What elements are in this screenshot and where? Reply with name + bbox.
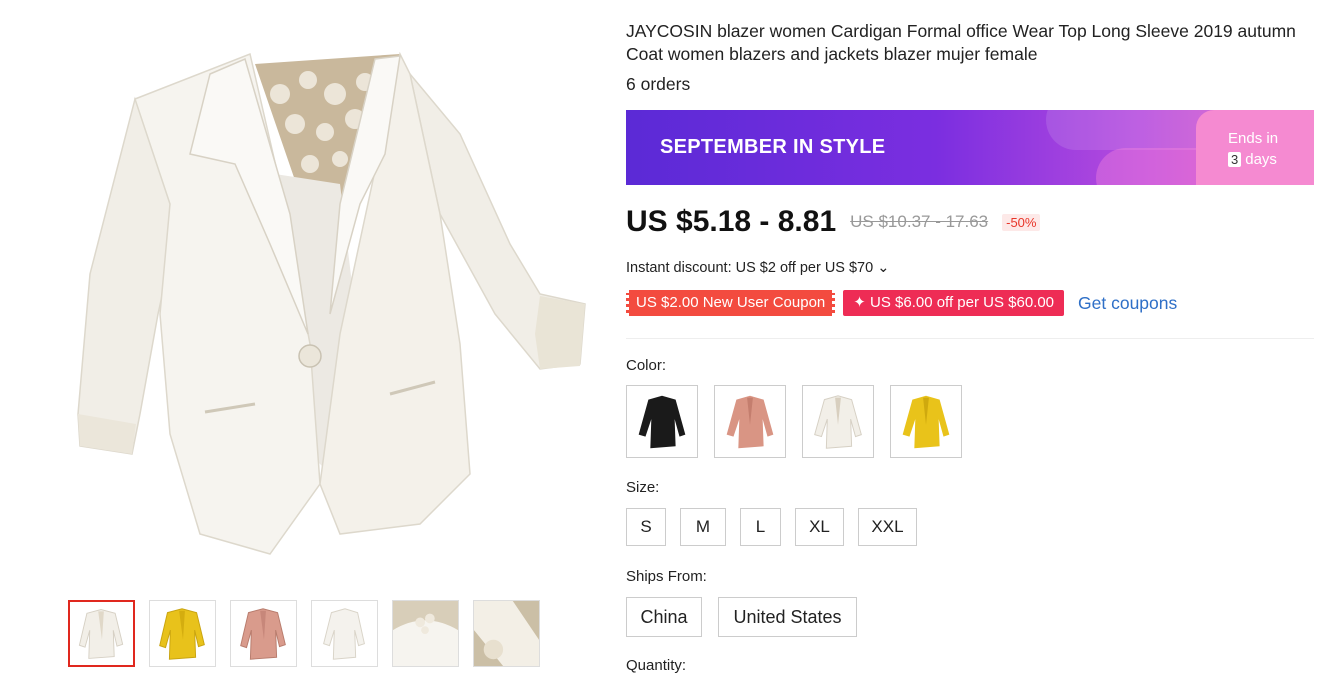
current-price: US $5.18 - 8.81 xyxy=(626,205,837,238)
get-coupons-link[interactable]: Get coupons xyxy=(1078,293,1177,314)
thumbnail-white-blazer[interactable] xyxy=(68,600,135,667)
store-coupon[interactable]: ✦ US $6.00 off per US $60.00 xyxy=(843,290,1065,316)
size-label: Size: xyxy=(626,479,660,496)
banner-countdown: Ends in 3 days xyxy=(1196,110,1314,185)
thumbnail-white-blazer-side[interactable] xyxy=(311,600,378,667)
original-price: US $10.37 - 17.63 xyxy=(850,212,989,231)
thumbnail-strip xyxy=(68,600,540,667)
instant-discount-dropdown[interactable]: Instant discount: US $2 off per US $70 ⌄ xyxy=(626,260,889,276)
size-option-s[interactable]: S xyxy=(626,508,666,546)
color-options xyxy=(626,385,962,458)
discount-badge: -50% xyxy=(1002,213,1041,231)
divider xyxy=(626,338,1314,339)
ships-from-china[interactable]: China xyxy=(626,597,702,637)
ships-from-label: Ships From: xyxy=(626,568,707,585)
ships-from-options: China United States xyxy=(626,597,857,637)
size-option-xxl[interactable]: XXL xyxy=(858,508,917,546)
product-title: JAYCOSIN blazer women Cardigan Formal of… xyxy=(626,21,1296,64)
color-swatch-yellow[interactable] xyxy=(890,385,962,458)
size-option-l[interactable]: L xyxy=(740,508,781,546)
coupon-row: US $2.00 New User Coupon ✦ US $6.00 off … xyxy=(626,290,1177,316)
thumbnail-sleeve-detail[interactable] xyxy=(473,600,540,667)
color-swatch-white[interactable] xyxy=(802,385,874,458)
countdown-days-label: days xyxy=(1245,151,1277,168)
price-row: US $5.18 - 8.81 US $10.37 - 17.63 -50% xyxy=(626,205,1041,239)
size-options: S M L XL XXL xyxy=(626,508,917,546)
size-option-m[interactable]: M xyxy=(680,508,726,546)
countdown-days-number: 3 xyxy=(1228,152,1242,167)
main-product-image[interactable] xyxy=(40,14,600,574)
promo-banner[interactable]: SEPTEMBER IN STYLE Ends in 3 days xyxy=(626,110,1314,185)
quantity-label: Quantity: xyxy=(626,657,687,674)
new-user-coupon[interactable]: US $2.00 New User Coupon xyxy=(626,290,836,316)
color-label: Color: xyxy=(626,357,667,374)
product-gallery xyxy=(0,0,610,676)
order-count: 6 orders xyxy=(626,74,691,94)
size-option-xl[interactable]: XL xyxy=(795,508,844,546)
color-swatch-pink[interactable] xyxy=(714,385,786,458)
countdown-label: Ends in xyxy=(1228,130,1279,147)
countdown-value: 3 days xyxy=(1228,149,1314,170)
thumbnail-pink-blazer[interactable] xyxy=(230,600,297,667)
thumbnail-yellow-blazer[interactable] xyxy=(149,600,216,667)
thumbnail-lace-back-detail[interactable] xyxy=(392,600,459,667)
banner-title: SEPTEMBER IN STYLE xyxy=(660,136,886,158)
color-swatch-black[interactable] xyxy=(626,385,698,458)
ships-from-united-states[interactable]: United States xyxy=(718,597,857,637)
